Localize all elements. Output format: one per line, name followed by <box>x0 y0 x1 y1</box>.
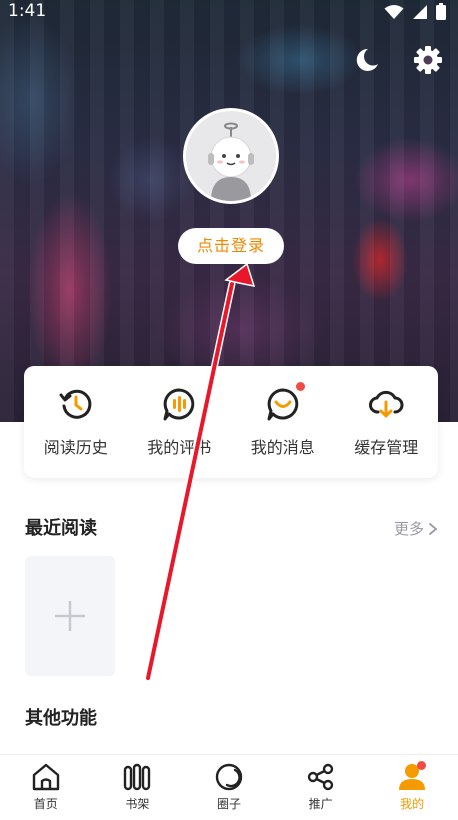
login-button[interactable]: 点击登录 <box>178 228 284 264</box>
add-book-button[interactable] <box>25 556 115 676</box>
bookshelf-icon <box>124 763 151 791</box>
plus-icon <box>55 601 85 631</box>
screen: 1:41 点击登录 阅读历史 我的评书 我的消息 缓存管理 最近阅读 更多 其他… <box>0 0 458 820</box>
history-icon <box>59 389 92 419</box>
tab-label: 圈子 <box>216 797 241 811</box>
quick-action-label: 阅读历史 <box>43 438 108 457</box>
quick-action-my-reviews[interactable]: 我的评书 <box>128 366 232 478</box>
quick-action-reading-history[interactable]: 阅读历史 <box>24 366 128 478</box>
more-label: 更多 <box>393 520 424 538</box>
quick-action-label: 我的评书 <box>147 438 212 457</box>
night-mode-button[interactable] <box>350 44 382 76</box>
tab-mine[interactable]: 我的 <box>366 755 458 820</box>
cell-signal-icon <box>413 4 427 19</box>
chevron-right-icon <box>429 522 438 535</box>
status-time: 1:41 <box>8 1 47 21</box>
recent-reading-title: 最近阅读 <box>25 518 97 539</box>
wifi-icon <box>384 4 404 19</box>
status-bar: 1:41 <box>0 0 458 24</box>
unread-badge <box>295 382 305 391</box>
bottom-tab-bar: 首页 书架 圈子 推广 我的 <box>0 754 458 820</box>
circle-icon <box>215 763 243 791</box>
tab-bookshelf[interactable]: 书架 <box>92 755 184 820</box>
quick-action-my-messages[interactable]: 我的消息 <box>231 366 335 478</box>
quick-action-cache-manage[interactable]: 缓存管理 <box>335 366 439 478</box>
quick-actions-card: 阅读历史 我的评书 我的消息 缓存管理 <box>24 366 438 478</box>
tab-label: 我的 <box>400 797 425 811</box>
share-icon <box>307 763 333 791</box>
home-icon <box>32 763 59 791</box>
tab-circle[interactable]: 圈子 <box>183 755 275 820</box>
cloud-download-icon <box>369 390 404 418</box>
moon-icon <box>356 48 378 71</box>
other-functions-title: 其他功能 <box>25 708 97 729</box>
tab-label: 首页 <box>33 797 58 811</box>
tab-promote[interactable]: 推广 <box>275 755 367 820</box>
tab-label: 推广 <box>308 797 333 811</box>
quick-action-label: 我的消息 <box>250 438 315 457</box>
avatar[interactable] <box>183 108 279 204</box>
robot-avatar-icon <box>208 122 254 201</box>
gear-icon <box>414 46 442 74</box>
review-icon <box>163 388 195 421</box>
quick-action-label: 缓存管理 <box>354 438 419 457</box>
more-link[interactable]: 更多 <box>394 518 438 539</box>
tab-label: 书架 <box>125 797 150 811</box>
message-icon <box>267 388 299 421</box>
battery-icon <box>436 3 446 20</box>
tab-home[interactable]: 首页 <box>0 755 92 820</box>
settings-button[interactable] <box>412 44 444 76</box>
